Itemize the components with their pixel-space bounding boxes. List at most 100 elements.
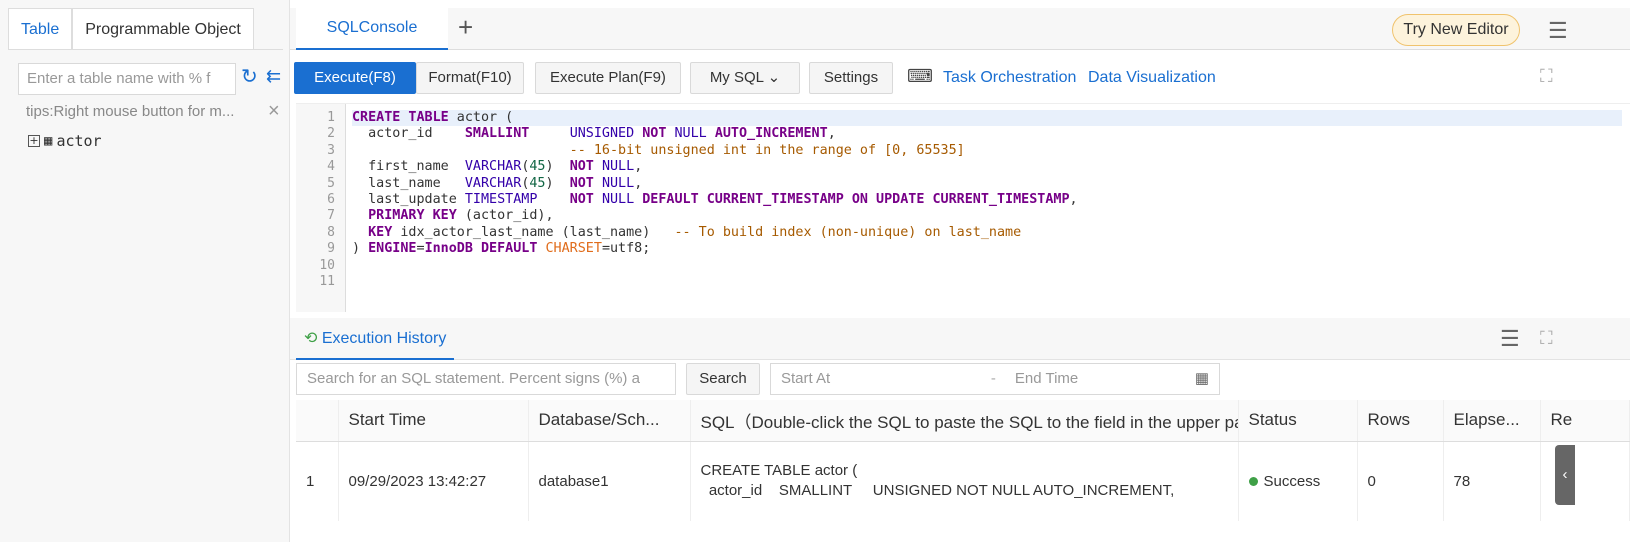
data-visualization-link[interactable]: Data Visualization [1088, 69, 1216, 87]
tips-text: tips:Right mouse button for m... [26, 103, 235, 120]
col-rows[interactable]: Rows [1357, 400, 1444, 442]
code-token: actor ( [448, 110, 514, 125]
col-index [296, 400, 339, 442]
line-number: 3 [327, 142, 335, 158]
code-token: DEFAULT CURRENT_TIMESTAMP ON UPDATE CURR… [642, 191, 1070, 207]
table-row[interactable]: 1 09/29/2023 13:42:27 database1 CREATE T… [296, 441, 1630, 521]
execute-button[interactable]: Execute(F8) [294, 62, 416, 94]
code-token: (actor_id), [456, 208, 554, 224]
task-orchestration-link[interactable]: Task Orchestration [943, 69, 1076, 87]
sql-line-2: actor_id SMALLINT UNSIGNED NOT NULL AUTO… [700, 482, 1175, 500]
db-type-label: My SQL [709, 69, 764, 86]
code-token: KEY [368, 224, 393, 240]
fullscreen-icon[interactable]: ⛶ [1540, 66, 1553, 87]
code-token: NULL [674, 126, 707, 142]
code-token: last_name [352, 175, 465, 191]
col-sql[interactable]: SQL（Double-click the SQL to paste the SQ… [690, 400, 1239, 442]
end-time-input[interactable]: End Time [1015, 364, 1195, 394]
tab-execution-history[interactable]: ⟲ Execution History [296, 318, 455, 360]
code-token: ENGINE [368, 241, 417, 257]
code-token: , [634, 159, 643, 175]
code-token: PRIMARY KEY [368, 208, 457, 224]
code-token: , [634, 175, 643, 191]
code-token: ) [352, 241, 369, 257]
menu-icon[interactable]: ☰ [1548, 18, 1568, 44]
line-number: 5 [327, 175, 335, 191]
expand-icon[interactable]: + [28, 135, 40, 147]
search-button[interactable]: Search [686, 363, 760, 395]
code-area[interactable]: CREATE TABLE actor ( actor_id SMALLINT U… [352, 110, 1622, 290]
row-database: database1 [528, 441, 691, 521]
close-tips-icon[interactable]: × [268, 100, 280, 123]
code-token: CHARSET [545, 241, 602, 257]
calendar-icon[interactable]: ▦ [1195, 364, 1209, 394]
format-button[interactable]: Format(F10) [416, 62, 524, 94]
db-type-select[interactable]: My SQL ⌄ [690, 62, 800, 94]
row-sql[interactable]: CREATE TABLE actor ( actor_id SMALLINT U… [690, 441, 1239, 521]
col-status[interactable]: Status [1238, 400, 1358, 442]
start-at-input[interactable]: Start At [781, 364, 991, 394]
tab-programmable-object[interactable]: Programmable Object [72, 8, 254, 49]
sql-editor[interactable]: 1 2 3 4 5 6 7 8 9 10 11 CREATE TABLE actor ( actor… [296, 103, 1630, 312]
code-token: CREATE TABLE [352, 110, 449, 125]
settings-button[interactable]: Settings [809, 62, 893, 94]
tab-sqlconsole[interactable]: SQLConsole [296, 8, 448, 50]
code-token: ) [545, 175, 570, 191]
table-search-input[interactable]: Enter a table name with % f [18, 63, 236, 95]
code-token: = [416, 241, 425, 257]
line-number: 9 [327, 241, 335, 257]
code-token: -- 16-bit unsigned int in the range of [… [569, 142, 965, 158]
try-new-editor-button[interactable]: Try New Editor [1392, 14, 1520, 46]
sql-search-input[interactable]: Search for an SQL statement. Percent sig… [296, 363, 676, 395]
history-fullscreen-icon[interactable]: ⛶ [1540, 328, 1553, 349]
code-line: last_name VARCHAR(45) NOT NULL, [352, 176, 1622, 192]
collapse-icon[interactable]: ⇇ [266, 66, 281, 87]
side-drawer-handle[interactable]: ‹ [1555, 445, 1575, 505]
history-tab-label: Execution History [321, 330, 447, 347]
execute-plan-button[interactable]: Execute Plan(F9) [535, 62, 681, 94]
line-number: 11 [319, 274, 335, 289]
line-number: 10 [319, 257, 335, 273]
code-token: -- To build index (non-unique) on last_n… [674, 224, 1022, 240]
code-token: NOT [642, 126, 667, 142]
range-separator: - [990, 370, 996, 387]
code-line: actor_id SMALLINT UNSIGNED NOT NULL AUTO… [352, 126, 1622, 142]
code-token: NOT [569, 175, 594, 191]
line-gutter: 1 2 3 4 5 6 7 8 9 10 11 [296, 104, 346, 312]
line-number: 1 [327, 110, 335, 125]
refresh-icon[interactable]: ↻ [241, 64, 258, 89]
code-token: =utf8; [601, 241, 651, 257]
tree-item-actor[interactable]: + ▦ actor [28, 132, 102, 150]
code-token: UNSIGNED [569, 126, 635, 142]
col-start-time[interactable]: Start Time [338, 400, 529, 442]
code-token: first_name [352, 159, 465, 175]
col-elapsed[interactable]: Elapse... [1443, 400, 1541, 442]
row-elapsed: 78 [1443, 441, 1541, 521]
keyboard-icon[interactable]: ⌨ [907, 66, 933, 87]
date-range-picker[interactable]: Start At - End Time ▦ [770, 363, 1220, 395]
sql-line-1: CREATE TABLE actor ( [700, 462, 858, 480]
history-menu-icon[interactable]: ☰ [1500, 326, 1520, 352]
status-text: Success [1263, 472, 1321, 490]
left-tabs: Table Programmable Object [8, 8, 283, 50]
code-line: ) ENGINE=InnoDB DEFAULT CHARSET=utf8; [352, 241, 1622, 257]
code-token: idx_actor_last_name (last_name) [392, 224, 675, 240]
code-line: PRIMARY KEY (actor_id), [352, 208, 1622, 224]
code-token: 45 [529, 175, 546, 191]
code-token: DEFAULT [481, 241, 538, 257]
col-database[interactable]: Database/Sch... [528, 400, 691, 442]
col-re[interactable]: Re [1540, 400, 1630, 442]
history-tabbar: ⟲ Execution History ☰ ⛶ [290, 318, 1630, 360]
tab-table[interactable]: Table [8, 8, 73, 49]
add-tab-icon[interactable]: + [458, 12, 473, 43]
